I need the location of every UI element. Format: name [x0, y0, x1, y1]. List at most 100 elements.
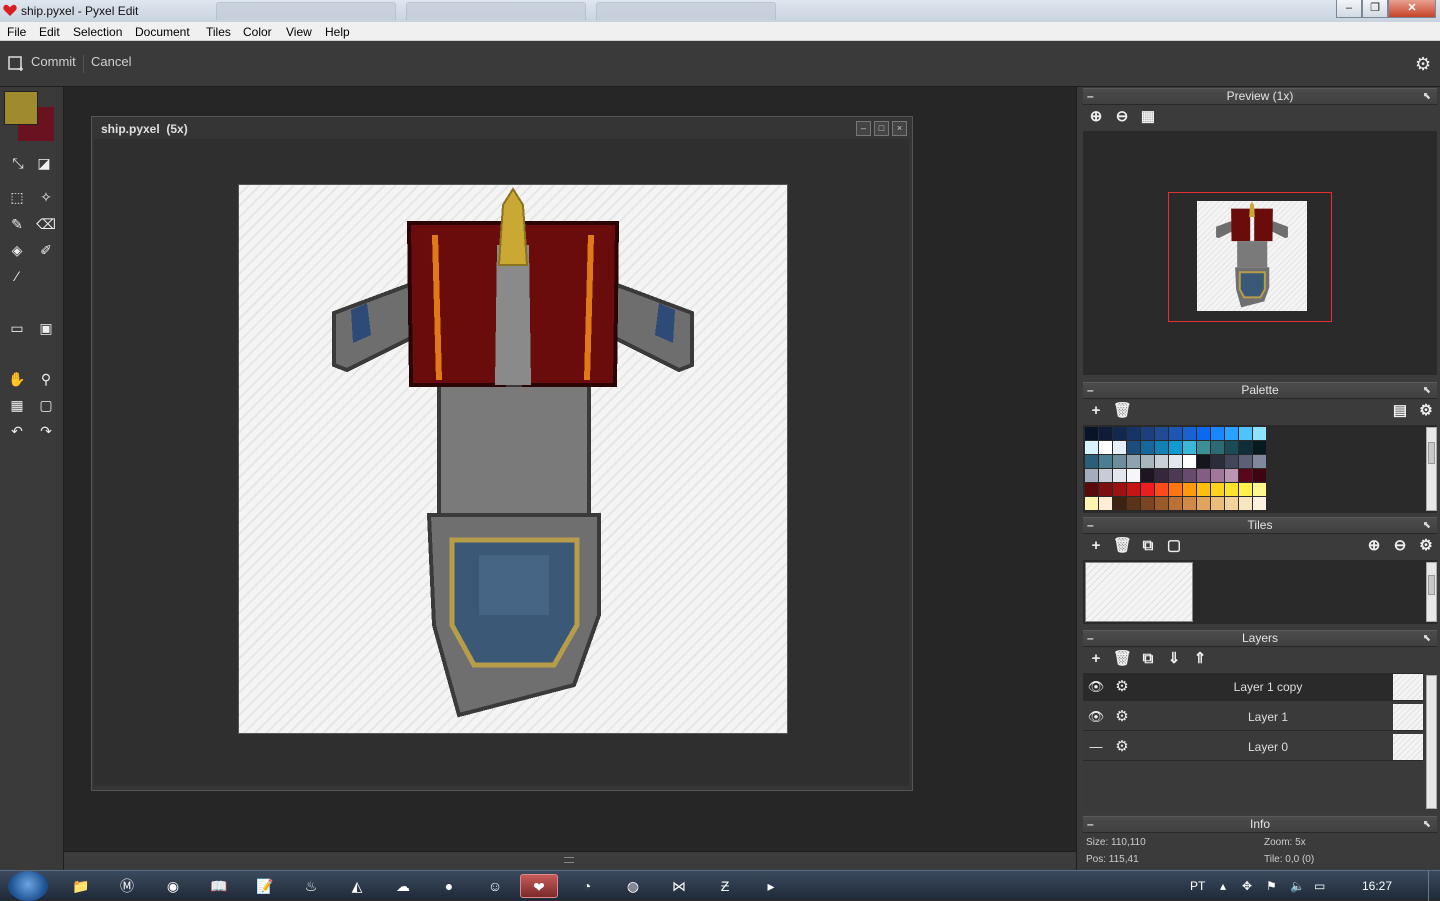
zoom-in-icon[interactable]: ⊕ — [1087, 108, 1105, 126]
palette-swatch[interactable] — [1197, 497, 1210, 510]
palette-swatch[interactable] — [1113, 455, 1126, 468]
fill-bucket-icon[interactable]: ◈ — [7, 240, 27, 260]
collapse-icon[interactable]: – — [1087, 89, 1094, 104]
palette-swatch[interactable] — [1085, 469, 1098, 482]
frame-icon[interactable]: ▢ — [36, 395, 56, 415]
undo-icon[interactable]: ↶ — [7, 421, 27, 441]
chrome-icon[interactable]: ◉ — [154, 874, 192, 898]
reset-colors-icon[interactable]: ◪ — [34, 153, 54, 173]
layer-visibility-eye-icon[interactable]: 👁 — [1087, 708, 1105, 726]
palette-swatch[interactable] — [1099, 455, 1112, 468]
app-m-icon[interactable]: Ⓜ — [108, 874, 146, 898]
layer-row[interactable]: 👁 ⚙ Layer 1 — [1083, 703, 1423, 731]
cancel-button[interactable]: Cancel — [87, 51, 135, 75]
palette-swatch[interactable] — [1183, 483, 1196, 496]
palette-swatch[interactable] — [1141, 483, 1154, 496]
palette-swatch[interactable] — [1183, 427, 1196, 440]
palette-swatch[interactable] — [1211, 455, 1224, 468]
pencil-icon[interactable]: ✎ — [7, 214, 27, 234]
palette-swatch[interactable] — [1141, 469, 1154, 482]
tile-frame-icon[interactable]: ▢ — [1165, 537, 1183, 555]
palette-swatch[interactable] — [1085, 455, 1098, 468]
palette-swatch[interactable] — [1141, 497, 1154, 510]
doc-minimize-button[interactable]: – — [856, 121, 871, 136]
palette-swatch[interactable] — [1169, 469, 1182, 482]
layer-hidden-dash-icon[interactable]: — — [1087, 738, 1105, 756]
redo-icon[interactable]: ↷ — [36, 421, 56, 441]
add-color-icon[interactable]: + — [1087, 402, 1105, 420]
palette-swatch[interactable] — [1253, 469, 1266, 482]
palette-swatch[interactable] — [1155, 455, 1168, 468]
palette-swatch[interactable] — [1155, 469, 1168, 482]
collapse-icon[interactable]: – — [1087, 518, 1094, 533]
palette-swatch[interactable] — [1225, 469, 1238, 482]
palette-swatch[interactable] — [1169, 427, 1182, 440]
menu-color[interactable]: Color — [243, 25, 272, 39]
select-tool-icon[interactable]: ⬚ — [7, 187, 27, 207]
palette-swatch[interactable] — [1253, 497, 1266, 510]
palette-swatch[interactable] — [1141, 427, 1154, 440]
delete-color-icon[interactable]: 🗑 — [1113, 402, 1132, 420]
palette-swatch[interactable] — [1225, 455, 1238, 468]
palette-swatch[interactable] — [1239, 427, 1252, 440]
brush-icon[interactable]: ✐ — [36, 240, 56, 260]
minimize-button[interactable]: – — [1336, 0, 1362, 18]
tile-tool-icon[interactable]: ▭ — [7, 318, 27, 338]
collapse-icon[interactable]: – — [1087, 817, 1094, 832]
palette-swatch[interactable] — [1225, 497, 1238, 510]
palette-swatch[interactable] — [1085, 441, 1098, 454]
scroll-grip-icon[interactable] — [564, 857, 574, 863]
pin-icon[interactable]: ⬉ — [1423, 817, 1431, 832]
palette-swatch[interactable] — [1239, 441, 1252, 454]
palette-swatch[interactable] — [1239, 469, 1252, 482]
add-tile-icon[interactable]: + — [1087, 537, 1105, 555]
tile-select-icon[interactable]: ▣ — [36, 318, 56, 338]
volume-icon[interactable]: 🔈 — [1290, 879, 1305, 893]
palette-swatch[interactable] — [1197, 427, 1210, 440]
palette-swatch[interactable] — [1085, 427, 1098, 440]
palette-swatch[interactable] — [1253, 441, 1266, 454]
menu-tiles[interactable]: Tiles — [206, 25, 231, 39]
palette-swatch[interactable] — [1169, 483, 1182, 496]
palette-swatch[interactable] — [1239, 455, 1252, 468]
menu-document[interactable]: Document — [135, 25, 190, 39]
blender-icon[interactable]: ◔ — [568, 874, 606, 898]
palette-swatch[interactable] — [1169, 441, 1182, 454]
explorer-icon[interactable]: 📁 — [62, 874, 100, 898]
palette-swatch[interactable] — [1099, 497, 1112, 510]
palette-swatch[interactable] — [1253, 483, 1266, 496]
swap-colors-icon[interactable]: ⤡ — [8, 153, 28, 173]
palette-swatch[interactable] — [1127, 427, 1140, 440]
palette-swatch[interactable] — [1183, 441, 1196, 454]
clock[interactable]: 16:27 — [1362, 879, 1392, 893]
magic-wand-icon[interactable]: ✧ — [36, 187, 56, 207]
layer-visibility-eye-icon[interactable]: 👁 — [1087, 678, 1105, 696]
palette-swatch[interactable] — [1141, 441, 1154, 454]
layer-row[interactable]: 👁 ⚙ Layer 1 copy — [1083, 673, 1423, 701]
palette-swatch[interactable] — [1211, 441, 1224, 454]
menu-view[interactable]: View — [286, 25, 312, 39]
globe-icon[interactable]: ◍ — [614, 874, 652, 898]
language-indicator[interactable]: PT — [1190, 879, 1205, 893]
palette-swatch[interactable] — [1155, 427, 1168, 440]
eraser-icon[interactable]: ⌫ — [36, 214, 56, 234]
palette-swatch[interactable] — [1113, 441, 1126, 454]
horizontal-scrollbar[interactable] — [64, 851, 1076, 870]
palette-swatch[interactable] — [1127, 455, 1140, 468]
menu-help[interactable]: Help — [325, 25, 350, 39]
doc-maximize-button[interactable]: □ — [874, 121, 889, 136]
notes-icon[interactable]: 📝 — [246, 874, 284, 898]
tiles-scrollbar[interactable] — [1426, 562, 1437, 622]
palette-swatch[interactable] — [1085, 483, 1098, 496]
palette-scrollbar[interactable] — [1426, 427, 1437, 511]
menu-file[interactable]: File — [7, 25, 26, 39]
grid-icon[interactable]: ▦ — [7, 395, 27, 415]
terminal-icon[interactable]: ▸ — [752, 874, 790, 898]
palette-presets-icon[interactable]: ▤ — [1391, 402, 1409, 420]
palette-swatch[interactable] — [1211, 497, 1224, 510]
layer-settings-gear-icon[interactable]: ⚙ — [1113, 678, 1131, 696]
steam-icon[interactable]: ♨ — [292, 874, 330, 898]
palette-swatch[interactable] — [1225, 427, 1238, 440]
palette-swatch[interactable] — [1127, 497, 1140, 510]
merge-layer-down-icon[interactable]: ⇓ — [1165, 650, 1183, 668]
